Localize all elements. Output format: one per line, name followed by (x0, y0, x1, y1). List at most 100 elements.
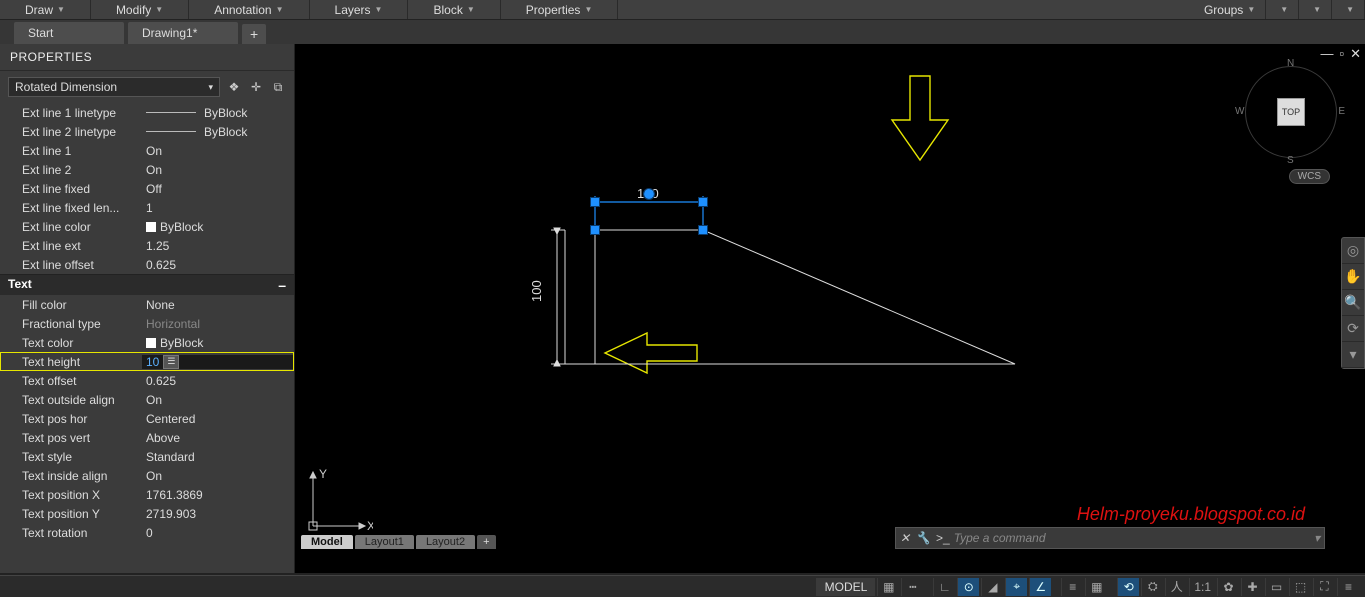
status-lineweight-icon[interactable]: ≡ (1061, 578, 1083, 596)
drawing-viewport[interactable]: — ▫ ✕ (295, 44, 1365, 573)
status-scale[interactable]: 1:1 (1189, 578, 1215, 596)
status-customize-icon[interactable]: ≡ (1337, 578, 1359, 596)
property-row[interactable]: Ext line ext1.25 (0, 236, 294, 255)
property-picker-icon[interactable]: ☰ (163, 355, 179, 369)
property-row[interactable]: Text outside alignOn (0, 390, 294, 409)
tab-add[interactable]: + (242, 24, 266, 44)
status-ortho-icon[interactable]: ∟ (933, 578, 955, 596)
select-objects-icon[interactable]: ✛ (248, 79, 264, 95)
property-value[interactable]: 0.625 (142, 258, 294, 272)
ribbon-block[interactable]: Block▼ (408, 0, 500, 19)
ribbon-layers[interactable]: Layers▼ (310, 0, 409, 19)
property-row[interactable]: Ext line 2 linetypeByBlock (0, 122, 294, 141)
status-workspace-icon[interactable]: ✿ (1217, 578, 1239, 596)
status-isolate-icon[interactable]: ▭ (1265, 578, 1287, 596)
property-row[interactable]: Text pos horCentered (0, 409, 294, 428)
cmdline-recent-icon[interactable]: ▾ (1310, 531, 1324, 545)
property-row[interactable]: Fractional typeHorizontal (0, 314, 294, 333)
ribbon-draw[interactable]: Draw▼ (0, 0, 91, 19)
status-cleanscreen-icon[interactable]: ⛶ (1313, 578, 1335, 596)
viewcube[interactable]: N E S W TOP (1241, 62, 1341, 162)
property-row[interactable]: Text inside alignOn (0, 466, 294, 485)
tab-start[interactable]: Start (14, 22, 124, 44)
property-value[interactable]: 1 (142, 201, 294, 215)
property-value[interactable]: Above (142, 431, 294, 445)
viewport-close-icon[interactable]: ✕ (1350, 46, 1361, 62)
property-value[interactable]: ByBlock (142, 336, 294, 350)
property-value[interactable]: 0.625 (142, 374, 294, 388)
layout-tab-2[interactable]: Layout2 (416, 535, 475, 549)
status-snapmode-icon[interactable]: ┅ (901, 578, 923, 596)
grip-left[interactable] (591, 198, 599, 206)
cmdline-close-icon[interactable]: ✕ (896, 531, 914, 545)
status-transparency-icon[interactable]: ▦ (1085, 578, 1107, 596)
property-value[interactable]: Centered (142, 412, 294, 426)
property-row[interactable]: Ext line colorByBlock (0, 217, 294, 236)
property-value[interactable]: 1.25 (142, 239, 294, 253)
tab-drawing1[interactable]: Drawing1* (128, 22, 238, 44)
command-line[interactable]: ✕ 🔧 >_ Type a command ▾ (895, 527, 1325, 549)
property-value[interactable]: None (142, 298, 294, 312)
status-osnap-icon[interactable]: ⌖ (1005, 578, 1027, 596)
status-annomon-icon[interactable]: ✚ (1241, 578, 1263, 596)
status-polar-icon[interactable]: ⊙ (957, 578, 979, 596)
property-row[interactable]: Text rotation0 (0, 523, 294, 542)
viewport-minimize-icon[interactable]: — (1320, 46, 1333, 62)
cmdline-input[interactable]: Type a command (954, 531, 1310, 545)
property-row[interactable]: Ext line fixed len...1 (0, 198, 294, 217)
grip-right[interactable] (699, 198, 707, 206)
property-row[interactable]: Text colorByBlock (0, 333, 294, 352)
property-value[interactable]: On (142, 163, 294, 177)
ribbon-extra-1[interactable]: ▼ (1266, 0, 1299, 19)
property-value[interactable]: 10☰ (142, 355, 294, 369)
nav-wheel-icon[interactable]: ◎ (1342, 238, 1364, 264)
nav-pan-icon[interactable]: ✋ (1342, 264, 1364, 290)
grip-text[interactable] (644, 189, 654, 199)
property-value[interactable]: 0 (142, 526, 294, 540)
grip-ext-left[interactable] (591, 226, 599, 234)
ribbon-modify[interactable]: Modify▼ (91, 0, 189, 19)
toggle-pickadd-icon[interactable]: ⧉ (270, 79, 286, 95)
property-row[interactable]: Text position Y2719.903 (0, 504, 294, 523)
status-model-button[interactable]: MODEL (816, 578, 876, 596)
property-row[interactable]: Ext line 2On (0, 160, 294, 179)
ribbon-extra-3[interactable]: ▼ (1332, 0, 1365, 19)
property-row[interactable]: Text styleStandard (0, 447, 294, 466)
property-value[interactable]: On (142, 393, 294, 407)
property-row[interactable]: Ext line offset0.625 (0, 255, 294, 274)
property-row[interactable]: Text position X1761.3869 (0, 485, 294, 504)
property-row[interactable]: Ext line 1 linetypeByBlock (0, 103, 294, 122)
status-otrack-icon[interactable]: ∠ (1029, 578, 1051, 596)
status-grid-icon[interactable]: ▦ (877, 578, 899, 596)
property-value[interactable]: On (142, 144, 294, 158)
property-row[interactable]: Text height10☰ (0, 352, 294, 371)
object-type-dropdown[interactable]: Rotated Dimension▾ (8, 77, 220, 97)
property-value[interactable]: 1761.3869 (142, 488, 294, 502)
status-iso-icon[interactable]: ◢ (981, 578, 1003, 596)
property-value[interactable]: Horizontal (142, 317, 294, 331)
property-value[interactable]: ByBlock (142, 220, 294, 234)
layout-tab-1[interactable]: Layout1 (355, 535, 414, 549)
ribbon-properties[interactable]: Properties▼ (501, 0, 619, 19)
property-value[interactable]: 2719.903 (142, 507, 294, 521)
property-row[interactable]: Text offset0.625 (0, 371, 294, 390)
property-value[interactable]: ByBlock (142, 125, 294, 139)
property-value[interactable]: Off (142, 182, 294, 196)
nav-showmotion-icon[interactable]: ▾ (1342, 342, 1364, 368)
property-row[interactable]: Fill colorNone (0, 295, 294, 314)
status-hardware-icon[interactable]: ⬚ (1289, 578, 1311, 596)
cmdline-config-icon[interactable]: 🔧 (914, 531, 932, 545)
nav-orbit-icon[interactable]: ⟳ (1342, 316, 1364, 342)
property-value[interactable]: Standard (142, 450, 294, 464)
viewport-restore-icon[interactable]: ▫ (1339, 46, 1344, 62)
property-row[interactable]: Text pos vertAbove (0, 428, 294, 447)
property-category-text[interactable]: Text– (0, 274, 294, 295)
ribbon-annotation[interactable]: Annotation▼ (189, 0, 309, 19)
wcs-badge[interactable]: WCS (1289, 169, 1330, 184)
ribbon-extra-2[interactable]: ▼ (1299, 0, 1332, 19)
property-value[interactable]: ByBlock (142, 106, 294, 120)
layout-tab-add[interactable]: + (477, 535, 495, 549)
status-annoscale-icon[interactable]: ⛭ (1141, 578, 1163, 596)
viewcube-top[interactable]: TOP (1277, 98, 1305, 126)
property-row[interactable]: Ext line 1On (0, 141, 294, 160)
